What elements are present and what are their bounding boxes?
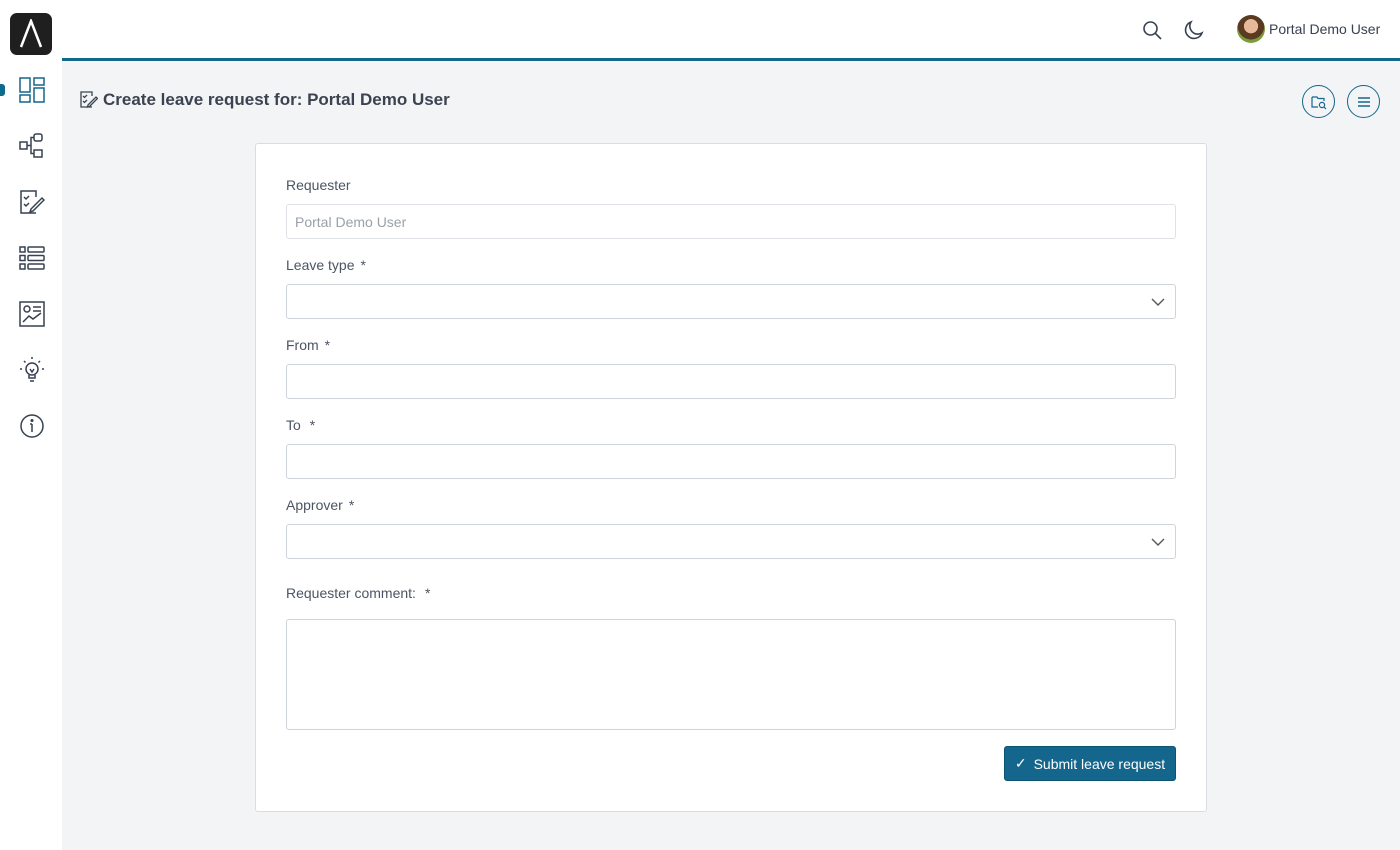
submit-label: Submit leave request (1033, 755, 1166, 772)
sidebar-item-dashboard[interactable] (14, 72, 50, 108)
sidebar-item-tasks[interactable] (14, 184, 50, 220)
sidebar-item-processes[interactable] (14, 128, 50, 164)
info-icon (20, 414, 44, 438)
leave-type-select[interactable] (286, 284, 1176, 319)
to-date-input[interactable] (286, 444, 1176, 479)
tasks-icon (20, 190, 45, 214)
sidebar-item-statistics[interactable] (14, 296, 50, 332)
requester-label: Requester (286, 177, 351, 193)
check-icon: ✓ (1014, 755, 1027, 771)
sidebar (0, 0, 62, 850)
topbar: Portal Demo User (62, 0, 1400, 61)
more-menu-button[interactable] (1347, 85, 1380, 118)
from-label: From * (286, 337, 331, 353)
user-menu-name[interactable]: Portal Demo User (1269, 21, 1380, 37)
folder-search-icon (1310, 95, 1326, 109)
chevron-down-icon (1151, 298, 1165, 306)
search-icon (1143, 21, 1162, 40)
comment-label: Requester comment: * (286, 585, 431, 601)
moon-icon (1184, 20, 1204, 40)
statistics-icon (19, 301, 45, 327)
leave-type-label: Leave type * (286, 257, 366, 273)
active-nav-marker (0, 84, 5, 96)
page-title: Create leave request for: Portal Demo Us… (103, 90, 450, 109)
search-button[interactable] (1140, 18, 1164, 42)
sidebar-item-info[interactable] (14, 408, 50, 444)
approver-label: Approver * (286, 497, 355, 513)
sidebar-item-ideas[interactable] (14, 352, 50, 388)
to-label: To * (286, 417, 316, 433)
edit-form-icon (80, 91, 98, 109)
requester-field: Portal Demo User (286, 204, 1176, 239)
ideas-icon (20, 357, 44, 382)
process-icon (19, 133, 43, 158)
case-details-button[interactable] (1302, 85, 1335, 118)
requester-comment-textarea[interactable] (286, 619, 1176, 730)
app-logo[interactable] (10, 13, 52, 55)
submit-leave-request-button[interactable]: ✓ Submit leave request (1004, 746, 1176, 781)
leave-request-form: Requester Portal Demo User Leave type * F… (255, 143, 1207, 812)
page-header: Create leave request for: Portal Demo Us… (80, 90, 450, 110)
logo-icon (19, 19, 43, 48)
menu-icon (1357, 96, 1370, 107)
sidebar-item-cases[interactable] (14, 240, 50, 276)
dark-mode-toggle[interactable] (1182, 18, 1206, 42)
avatar[interactable] (1237, 15, 1265, 43)
approver-select[interactable] (286, 524, 1176, 559)
from-date-input[interactable] (286, 364, 1176, 399)
cases-icon (19, 246, 45, 270)
dashboard-icon (19, 77, 45, 103)
chevron-down-icon (1151, 538, 1165, 546)
